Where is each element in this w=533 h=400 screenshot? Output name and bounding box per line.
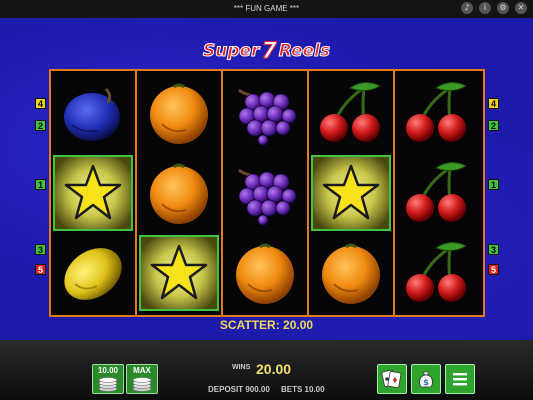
scatter-win-text: SCATTER: 20.00: [219, 318, 314, 332]
bet-button-label: 10.00: [97, 366, 119, 375]
reel-cell: [53, 155, 133, 231]
payline-marker: 4: [488, 98, 499, 109]
deposit-text: DEPOSIT 900.00: [208, 385, 270, 394]
max-bet-button[interactable]: MAX: [126, 364, 158, 394]
gamble-button[interactable]: [377, 364, 407, 394]
logo-seven: 7: [261, 38, 277, 64]
lemon-icon: [57, 240, 129, 306]
wins-label: WINS: [232, 364, 251, 371]
top-bar: *** FUN GAME *** ♪ i ⚙ ✕: [0, 0, 533, 18]
orange-icon: [144, 80, 214, 146]
money-bag-icon: $: [419, 371, 433, 388]
payline-marker: 2: [488, 120, 499, 131]
payline-marker: 1: [488, 179, 499, 190]
payline-marker: 4: [35, 98, 46, 109]
star-icon: [62, 163, 124, 223]
reel-4: [309, 71, 395, 315]
game-logo: Super 7 Reels: [190, 36, 343, 66]
cherry-icon: [400, 160, 474, 226]
cherry-icon: [400, 240, 474, 306]
reel-cell: [397, 155, 477, 231]
reel-3: [223, 71, 309, 315]
bet-button[interactable]: 10.00: [92, 364, 124, 394]
svg-text:$: $: [423, 378, 429, 387]
orange-icon: [144, 160, 214, 226]
star-icon: [320, 163, 382, 223]
reel-cell: [53, 235, 133, 311]
payline-marker: 3: [488, 244, 499, 255]
reel-5: [395, 71, 483, 315]
bets-text: BETS 10.00: [281, 385, 325, 394]
max-button-label: MAX: [133, 366, 151, 375]
reel-cell: [139, 155, 219, 231]
close-icon[interactable]: ✕: [515, 2, 527, 14]
payline-marker: 2: [35, 120, 46, 131]
menu-button[interactable]: [445, 364, 475, 394]
star-icon: [148, 243, 210, 303]
control-bar: 10.00 MAX WINS 20.00 DEPOSIT 900.00 BETS…: [0, 340, 533, 400]
reel-1: [51, 71, 137, 315]
payline-marker: 5: [35, 264, 46, 275]
logo-word-super: Super: [202, 41, 260, 62]
payline-marker: 5: [488, 264, 499, 275]
wins-value: 20.00: [256, 361, 292, 377]
plum-icon: [58, 81, 128, 145]
coin-stack-icon: [132, 377, 152, 392]
cherry-icon: [400, 80, 474, 146]
payline-marker: 3: [35, 244, 46, 255]
game-mode-title: *** FUN GAME ***: [233, 4, 300, 13]
reel-cell: [311, 155, 391, 231]
sound-icon[interactable]: ♪: [461, 2, 473, 14]
orange-icon: [230, 240, 300, 306]
cards-icon: [381, 369, 402, 389]
menu-icon: [453, 373, 467, 386]
cherry-icon: [314, 80, 388, 146]
grapes-icon: [229, 80, 301, 146]
reel-cell: [225, 235, 305, 311]
reel-cell: [225, 75, 305, 151]
orange-icon: [316, 240, 386, 306]
reels-frame: [49, 69, 485, 317]
top-icons: ♪ i ⚙ ✕: [461, 2, 527, 14]
info-icon[interactable]: i: [479, 2, 491, 14]
grapes-icon: [229, 160, 301, 226]
reel-2: [137, 71, 223, 315]
settings-icon[interactable]: ⚙: [497, 2, 509, 14]
cashout-button[interactable]: $: [411, 364, 441, 394]
game-stage: Super 7 Reels 4 2 1 3 5 4 2 1 3 5 SCATTER: 20.00: [0, 18, 533, 340]
reel-cell: [311, 235, 391, 311]
payline-marker: 1: [35, 179, 46, 190]
reel-cell: [139, 75, 219, 151]
coin-stack-icon: [98, 377, 118, 392]
reel-cell: [311, 75, 391, 151]
reel-cell: [53, 75, 133, 151]
reel-cell: [397, 75, 477, 151]
reel-cell: [397, 235, 477, 311]
logo-word-reels: Reels: [278, 41, 330, 62]
reel-cell: [225, 155, 305, 231]
reel-cell: [139, 235, 219, 311]
